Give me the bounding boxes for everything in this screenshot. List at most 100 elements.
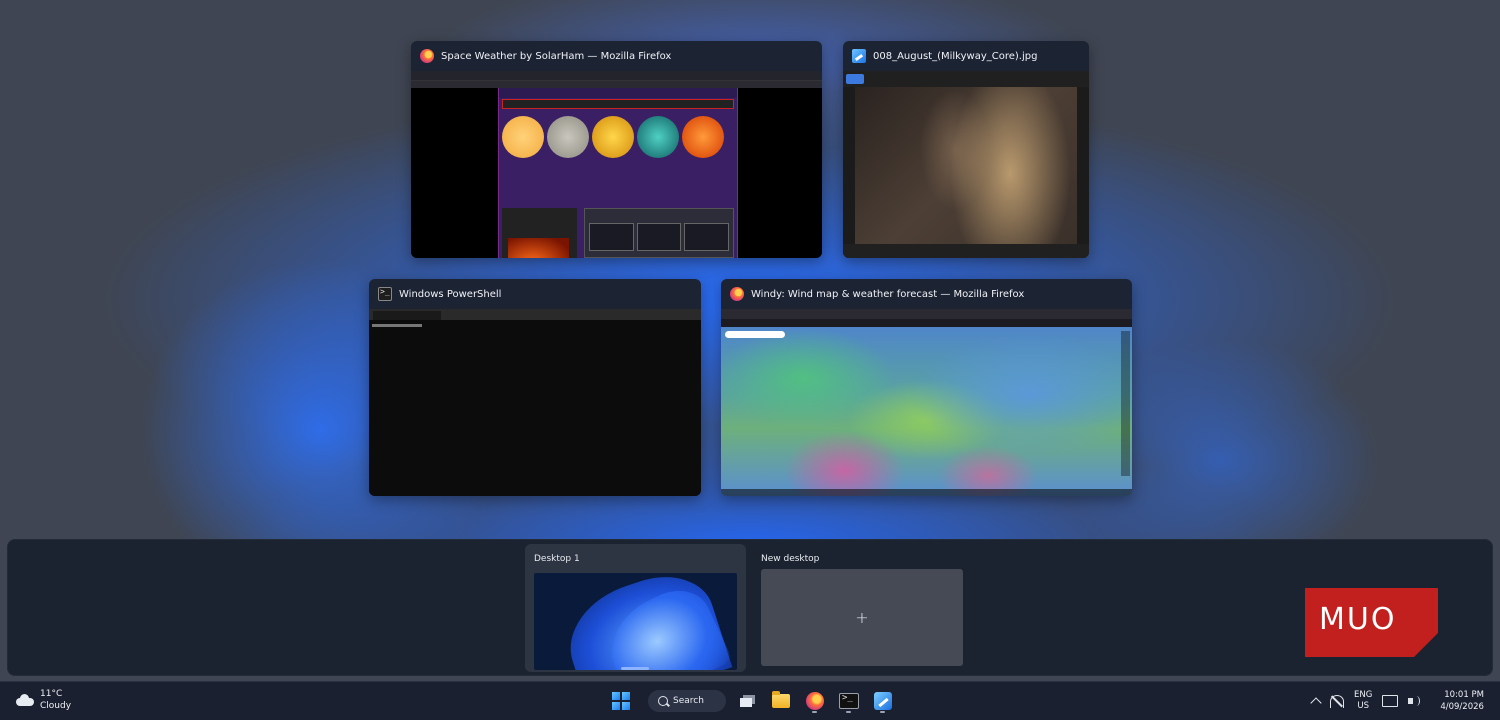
window-space-weather[interactable]: Space Weather by SolarHam — Mozilla Fire… <box>411 41 822 258</box>
map-search-box <box>725 331 785 338</box>
stat-cell <box>684 223 730 251</box>
task-view-button[interactable] <box>734 688 760 714</box>
terminal-taskbar-button[interactable] <box>836 688 862 714</box>
system-tray: ENG US 10:01 PM 4/09/2026 <box>1310 686 1484 716</box>
virtual-desktops-panel: Desktop 1 New desktop + MUO <box>7 539 1493 676</box>
network-disconnected-icon[interactable] <box>1330 695 1344 708</box>
photos-icon <box>852 49 866 63</box>
window-windy[interactable]: Windy: Wind map & weather forecast — Moz… <box>721 279 1132 496</box>
active-desktop-indicator <box>621 667 649 670</box>
search-label: Search <box>673 696 704 706</box>
window-titlebar[interactable]: Windy: Wind map & weather forecast — Moz… <box>721 279 1132 309</box>
webpage-lower-section <box>502 208 734 258</box>
prompt-line <box>372 324 422 327</box>
window-titlebar[interactable]: Windows PowerShell <box>369 279 701 309</box>
windows-logo-pane <box>622 692 630 700</box>
clock[interactable]: 10:01 PM 4/09/2026 <box>1440 689 1484 713</box>
logo-corner <box>1414 633 1438 657</box>
flare-stats <box>585 209 733 251</box>
desktop-1-thumbnail[interactable]: Desktop 1 <box>525 544 746 672</box>
language-indicator[interactable]: ENG US <box>1354 690 1372 712</box>
clock-date: 4/09/2026 <box>1440 702 1484 712</box>
firefox-taskbar-button[interactable] <box>802 688 828 714</box>
search-icon <box>658 696 668 706</box>
taskbar: 11°C Cloudy Search >_ ENG US 10:01 PM 4/… <box>0 681 1500 720</box>
cloud-icon <box>14 694 34 706</box>
windows-logo-pane <box>612 702 620 710</box>
terminal-tabs <box>369 309 701 320</box>
muo-logo-text: MUO <box>1319 602 1397 637</box>
language-code: ENG <box>1354 690 1373 700</box>
window-preview <box>369 309 701 496</box>
photos-icon <box>874 692 892 710</box>
window-preview <box>721 309 1132 496</box>
firefox-icon <box>806 692 824 710</box>
taskbar-apps: Search <box>612 686 896 716</box>
flare-image <box>508 238 569 258</box>
stat-cell <box>589 223 634 251</box>
speaker-icon[interactable] <box>1408 695 1422 707</box>
new-desktop-button[interactable]: New desktop + <box>757 544 967 672</box>
display-icon[interactable] <box>1382 695 1399 707</box>
clock-time: 10:01 PM <box>1444 690 1484 700</box>
sun-image <box>547 116 589 158</box>
viewer-button <box>846 74 864 84</box>
window-titlebar[interactable]: 008_August_(Milkyway_Core).jpg <box>843 41 1089 71</box>
stat-cell <box>636 223 682 251</box>
terminal-icon <box>839 693 859 709</box>
task-view-icon <box>739 695 755 707</box>
sun-image <box>592 116 634 158</box>
webpage-preview <box>411 88 822 258</box>
window-title: Space Weather by SolarHam — Mozilla Fire… <box>441 50 672 62</box>
firefox-icon <box>420 49 434 63</box>
photos-taskbar-button[interactable] <box>870 688 896 714</box>
sun-image <box>637 116 679 158</box>
plus-icon: + <box>855 608 869 627</box>
muo-logo: MUO <box>1305 588 1438 657</box>
weather-widget[interactable]: 11°C Cloudy <box>14 688 71 712</box>
powershell-icon <box>378 287 392 301</box>
terminal-area <box>369 320 701 496</box>
terminal-tab <box>373 311 441 320</box>
sun-image <box>682 116 724 158</box>
browser-tabstrip <box>721 309 1132 319</box>
browser-tabstrip <box>411 71 822 81</box>
webpage-header <box>499 88 737 98</box>
viewer-toolbar <box>843 71 1089 87</box>
windows-logo-pane <box>612 692 620 700</box>
milkyway-photo <box>855 87 1077 244</box>
weather-map <box>721 327 1132 496</box>
webpage-content <box>498 88 738 258</box>
folder-icon <box>772 691 790 708</box>
sun-images <box>499 110 737 158</box>
viewer-bottom-bar <box>843 244 1089 258</box>
webpage-status-bar <box>502 99 734 109</box>
map-timeline <box>721 489 1132 496</box>
window-photo-viewer[interactable]: 008_August_(Milkyway_Core).jpg <box>843 41 1089 258</box>
new-desktop-box[interactable]: + <box>761 569 963 666</box>
window-title: Windy: Wind map & weather forecast — Moz… <box>751 288 1025 300</box>
chevron-up-icon[interactable] <box>1310 697 1322 709</box>
new-desktop-label: New desktop <box>761 554 820 564</box>
window-preview <box>411 71 822 258</box>
map-layer-panel <box>1121 331 1130 476</box>
webpage-left-panel <box>502 208 577 258</box>
weather-description: Cloudy <box>40 701 72 711</box>
start-button[interactable] <box>612 692 630 710</box>
taskbar-search-button[interactable]: Search <box>648 690 726 712</box>
window-preview <box>843 71 1089 258</box>
webpage-right-panel <box>584 208 734 258</box>
weather-text: 11°C Cloudy <box>40 688 71 712</box>
window-titlebar[interactable]: Space Weather by SolarHam — Mozilla Fire… <box>411 41 822 71</box>
window-powershell[interactable]: Windows PowerShell <box>369 279 701 496</box>
running-indicator <box>880 711 885 713</box>
running-indicator <box>846 711 851 713</box>
desktop-label: Desktop 1 <box>534 554 580 564</box>
window-title: Windows PowerShell <box>399 288 502 300</box>
firefox-icon <box>730 287 744 301</box>
keyboard-region: US <box>1357 701 1369 711</box>
browser-navbar <box>721 319 1132 327</box>
file-explorer-button[interactable] <box>768 688 794 714</box>
windows-logo-pane <box>622 702 630 710</box>
running-indicator <box>812 711 817 713</box>
